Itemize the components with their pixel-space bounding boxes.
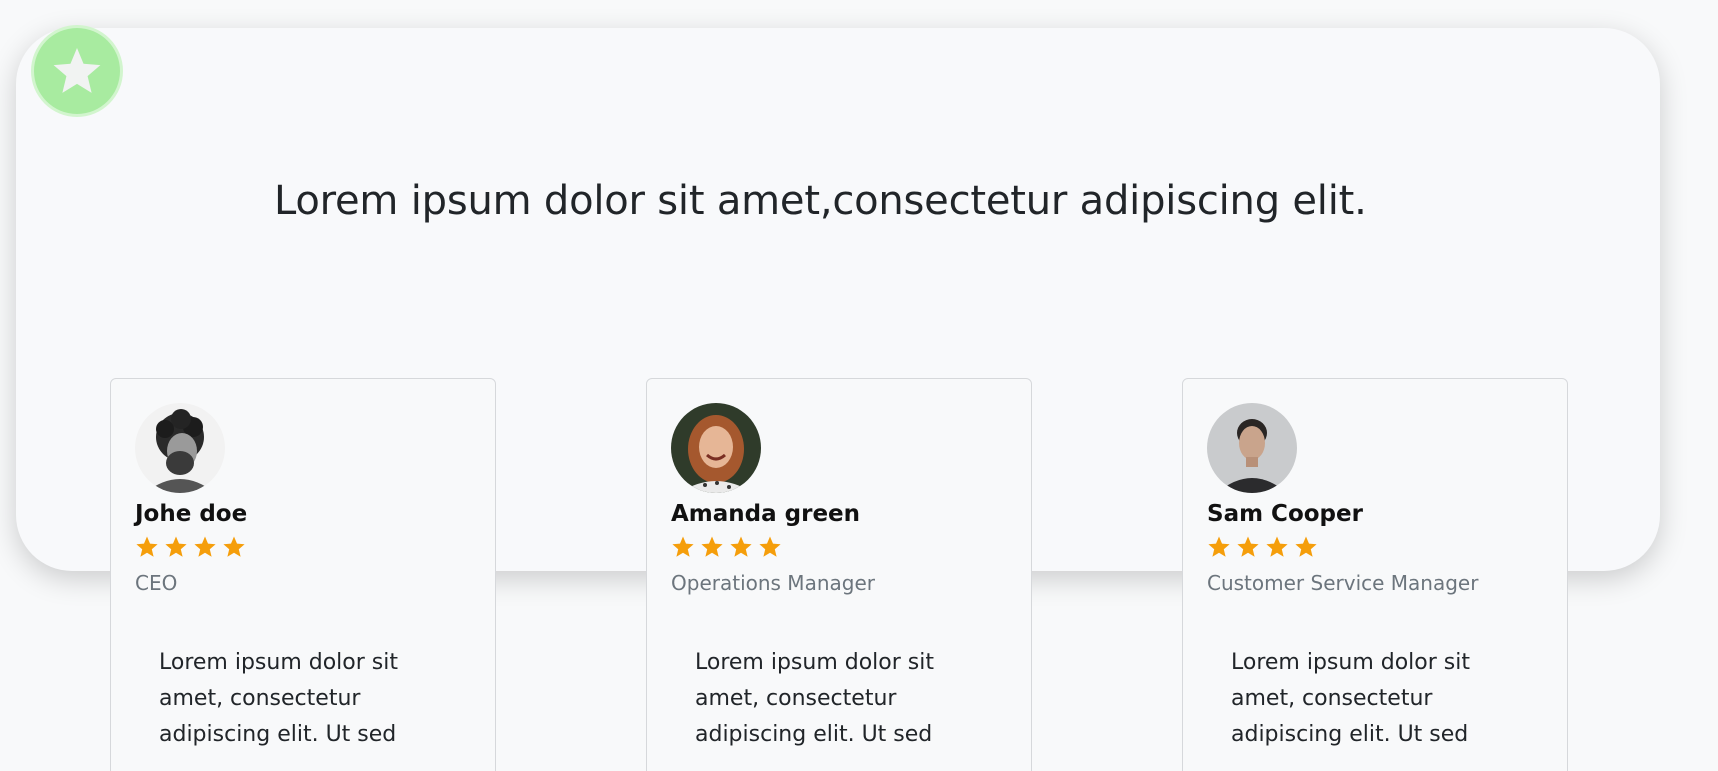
star-icon	[165, 536, 187, 557]
reviewer-name: Amanda green	[671, 501, 861, 527]
testimonial-card: Johe doe CEO Lorem ipsum dolor sit amet,…	[110, 378, 496, 771]
testimonial-card: Amanda green Operations Manager Lorem ip…	[646, 378, 1032, 771]
testimonials-page: Lorem ipsum dolor sit amet,consectetur a…	[0, 0, 1718, 771]
reviewer-role: Operations Manager	[671, 571, 875, 595]
star-icon	[1266, 536, 1288, 557]
star-icon	[759, 536, 781, 557]
star-icon	[136, 536, 158, 557]
rating-stars	[1207, 535, 1543, 559]
star-icon	[53, 48, 101, 93]
star-icon	[701, 536, 723, 557]
badge	[34, 28, 120, 114]
reviewer-name: Sam Cooper	[1207, 501, 1363, 527]
page-title: Lorem ipsum dolor sit amet,consectetur a…	[274, 178, 1367, 224]
star-icon	[1295, 536, 1317, 557]
star-icon	[672, 536, 694, 557]
testimonial-card: Sam Cooper Customer Service Manager Lore…	[1182, 378, 1568, 771]
rating-stars	[671, 535, 1007, 559]
avatar	[671, 403, 761, 493]
reviewer-role: Customer Service Manager	[1207, 571, 1479, 595]
rating-stars	[135, 535, 471, 559]
reviewer-role: CEO	[135, 571, 178, 595]
star-icon	[730, 536, 752, 557]
reviewer-name: Johe doe	[135, 501, 248, 527]
testimonial-quote: Lorem ipsum dolor sit amet, consectetur …	[695, 650, 934, 747]
testimonial-quote: Lorem ipsum dolor sit amet, consectetur …	[159, 650, 398, 747]
star-icon	[1237, 536, 1259, 557]
avatar	[135, 403, 225, 493]
avatar	[1207, 403, 1297, 493]
testimonial-quote: Lorem ipsum dolor sit amet, consectetur …	[1231, 650, 1470, 747]
star-icon	[1208, 536, 1230, 557]
star-icon	[194, 536, 216, 557]
star-icon	[223, 536, 245, 557]
